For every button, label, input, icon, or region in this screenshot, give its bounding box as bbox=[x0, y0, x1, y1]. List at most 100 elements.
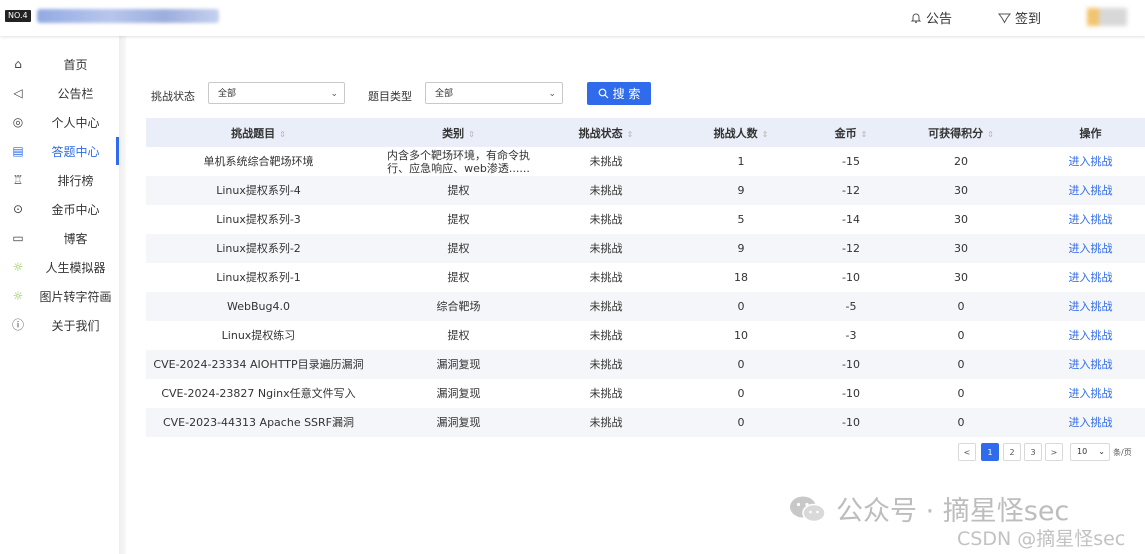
blog-icon: ▭ bbox=[12, 231, 24, 245]
sort-icon: ⇕ bbox=[860, 129, 868, 139]
cell-points: 30 bbox=[954, 271, 968, 284]
status-filter-select[interactable]: 全部 ⌄ bbox=[208, 82, 345, 104]
checkin-label: 签到 bbox=[1015, 12, 1042, 27]
type-filter-label: 题目类型 bbox=[368, 90, 412, 103]
bulb-icon: ☼ bbox=[12, 289, 24, 303]
watermark-wechat: 公众号 · 摘星怪sec bbox=[788, 489, 1069, 528]
page-size-unit: 条/页 bbox=[1113, 448, 1132, 457]
cell-title: CVE-2024-23827 Nginx任意文件写入 bbox=[161, 387, 356, 400]
enter-challenge-link[interactable]: 进入挑战 bbox=[1036, 205, 1145, 234]
enter-challenge-link[interactable]: 进入挑战 bbox=[1036, 176, 1145, 205]
notice-link[interactable]: 公告 bbox=[910, 8, 952, 27]
user-icon: ◎ bbox=[12, 115, 24, 129]
cell-coins: -15 bbox=[842, 155, 860, 168]
page-size-select[interactable]: 10 ⌄ bbox=[1070, 443, 1110, 461]
sidebar-item-label: 个人中心 bbox=[51, 115, 100, 130]
cell-title: CVE-2023-44313 Apache SSRF漏洞 bbox=[146, 408, 371, 437]
column-header-participants[interactable]: 挑战人数 ⇕ bbox=[666, 118, 816, 147]
cell-title: CVE-2024-23334 AIOHTTP目录遍历漏洞 bbox=[146, 350, 371, 379]
cell-points: 0 bbox=[886, 408, 1036, 437]
table-header-row: 挑战题目 ⇕ 类别 ⇕ 挑战状态 ⇕ 挑战人数 ⇕ 金币 ⇕ 可获得积分 ⇕ 操作 bbox=[146, 118, 1145, 147]
cell-points: 20 bbox=[954, 155, 968, 168]
prev-page-button[interactable]: < bbox=[958, 443, 976, 461]
checkin-link[interactable]: 签到 bbox=[998, 8, 1041, 27]
enter-challenge-link[interactable]: 进入挑战 bbox=[1036, 350, 1145, 379]
column-header-status[interactable]: 挑战状态 ⇕ bbox=[546, 118, 666, 147]
sidebar-item-life-simulator[interactable]: ☼ 人生模拟器 bbox=[0, 253, 119, 281]
page-button-2[interactable]: 2 bbox=[1003, 443, 1021, 461]
bell-icon bbox=[910, 13, 922, 23]
cell-category: 提权 bbox=[371, 176, 546, 205]
table-row: CVE-2024-23827 Nginx任意文件写入 漏洞复现 未挑战 0 -10 0 进入… bbox=[146, 379, 1145, 408]
search-button[interactable]: 搜 索 bbox=[587, 82, 651, 105]
chevron-down-icon: ⌄ bbox=[330, 89, 338, 99]
column-header-title[interactable]: 挑战题目 ⇕ bbox=[146, 118, 371, 147]
enter-challenge-link[interactable]: 进入挑战 bbox=[1036, 292, 1145, 321]
cell-status: 未挑战 bbox=[546, 350, 666, 379]
sidebar-item-blog[interactable]: ▭ 博客 bbox=[0, 224, 119, 252]
sidebar: ⌂ 首页 ◁ 公告栏 ◎ 个人中心 ▤ 答题中心 ♖ 排行榜 ⊙ 金币中心 ▭ … bbox=[0, 36, 119, 554]
site-title-blurred[interactable] bbox=[37, 9, 219, 23]
cell-status: 未挑战 bbox=[546, 234, 666, 263]
enter-challenge-link[interactable]: 进入挑战 bbox=[1036, 263, 1145, 292]
sort-icon: ⇕ bbox=[761, 129, 769, 139]
sidebar-item-label: 关于我们 bbox=[51, 318, 100, 333]
cell-points: 0 bbox=[957, 387, 965, 400]
sidebar-item-image-to-ascii[interactable]: ☼ 图片转字符画 bbox=[0, 282, 119, 310]
cell-coins: -10 bbox=[816, 408, 886, 437]
page-size-value: 10 bbox=[1077, 447, 1088, 456]
wechat-logo-icon bbox=[790, 496, 826, 522]
cell-category: 提权 bbox=[447, 213, 470, 226]
cell-coins: -14 bbox=[842, 213, 860, 226]
table-row: Linux提权系列-4 提权 未挑战 9 -12 30 进入挑战 bbox=[146, 176, 1145, 205]
type-filter-value: 全部 bbox=[435, 89, 454, 99]
sidebar-item-challenges[interactable]: ▤ 答题中心 bbox=[0, 137, 119, 165]
enter-challenge-link[interactable]: 进入挑战 bbox=[1036, 321, 1145, 350]
user-avatar[interactable] bbox=[1087, 8, 1127, 26]
cell-category: 提权 bbox=[447, 329, 470, 342]
bulb-icon: ☼ bbox=[12, 260, 24, 274]
sidebar-item-announcements[interactable]: ◁ 公告栏 bbox=[0, 79, 119, 107]
enter-challenge-link[interactable]: 进入挑战 bbox=[1036, 147, 1145, 176]
table-row: WebBug4.0 综合靶场 未挑战 0 -5 0 进入挑战 bbox=[146, 292, 1145, 321]
column-header-points[interactable]: 可获得积分 ⇕ bbox=[886, 118, 1036, 147]
enter-challenge-link[interactable]: 进入挑战 bbox=[1036, 234, 1145, 263]
sidebar-item-home[interactable]: ⌂ 首页 bbox=[0, 50, 119, 78]
sidebar-item-label: 排行榜 bbox=[57, 173, 94, 188]
sidebar-item-coins[interactable]: ⊙ 金币中心 bbox=[0, 195, 119, 223]
sidebar-item-profile[interactable]: ◎ 个人中心 bbox=[0, 108, 119, 136]
megaphone-icon: ◁ bbox=[13, 86, 23, 100]
coin-icon: ⊙ bbox=[12, 202, 24, 216]
cell-coins: -5 bbox=[816, 292, 886, 321]
next-page-button[interactable]: > bbox=[1045, 443, 1063, 461]
sidebar-divider bbox=[119, 36, 126, 554]
cell-status: 未挑战 bbox=[589, 155, 623, 168]
cell-points: 30 bbox=[886, 176, 1036, 205]
watermark-line1: 公众号 · 摘星怪sec bbox=[836, 496, 1070, 527]
search-icon bbox=[598, 88, 609, 99]
table-row: Linux提权系列-1 提权 未挑战 18 -10 30 进入挑战 bbox=[146, 263, 1145, 292]
cell-coins: -3 bbox=[845, 329, 857, 342]
clipboard-icon: ▤ bbox=[12, 144, 24, 158]
cell-title: WebBug4.0 bbox=[146, 292, 371, 321]
cell-points: 30 bbox=[886, 234, 1036, 263]
trophy-icon: ♖ bbox=[12, 173, 24, 187]
sidebar-item-about[interactable]: ⓘ 关于我们 bbox=[0, 311, 119, 339]
sidebar-item-leaderboard[interactable]: ♖ 排行榜 bbox=[0, 166, 119, 194]
page-button-1[interactable]: 1 bbox=[981, 443, 999, 461]
type-filter-select[interactable]: 全部 ⌄ bbox=[425, 82, 563, 104]
page-button-3[interactable]: 3 bbox=[1024, 443, 1042, 461]
enter-challenge-link[interactable]: 进入挑战 bbox=[1036, 379, 1145, 408]
enter-challenge-link[interactable]: 进入挑战 bbox=[1036, 408, 1145, 437]
column-header-coins[interactable]: 金币 ⇕ bbox=[816, 118, 886, 147]
cell-points: 0 bbox=[886, 292, 1036, 321]
cell-title: Linux提权系列-4 bbox=[146, 176, 371, 205]
cell-participants: 10 bbox=[734, 329, 748, 342]
cell-title: 单机系统综合靶场环境 bbox=[203, 155, 314, 168]
status-filter-label: 挑战状态 bbox=[151, 90, 195, 103]
column-header-category[interactable]: 类别 ⇕ bbox=[371, 118, 546, 147]
cell-participants: 9 bbox=[666, 234, 816, 263]
top-header: NO.4 公告 签到 bbox=[0, 0, 1145, 36]
cell-coins: -10 bbox=[816, 350, 886, 379]
cell-participants: 0 bbox=[666, 292, 816, 321]
